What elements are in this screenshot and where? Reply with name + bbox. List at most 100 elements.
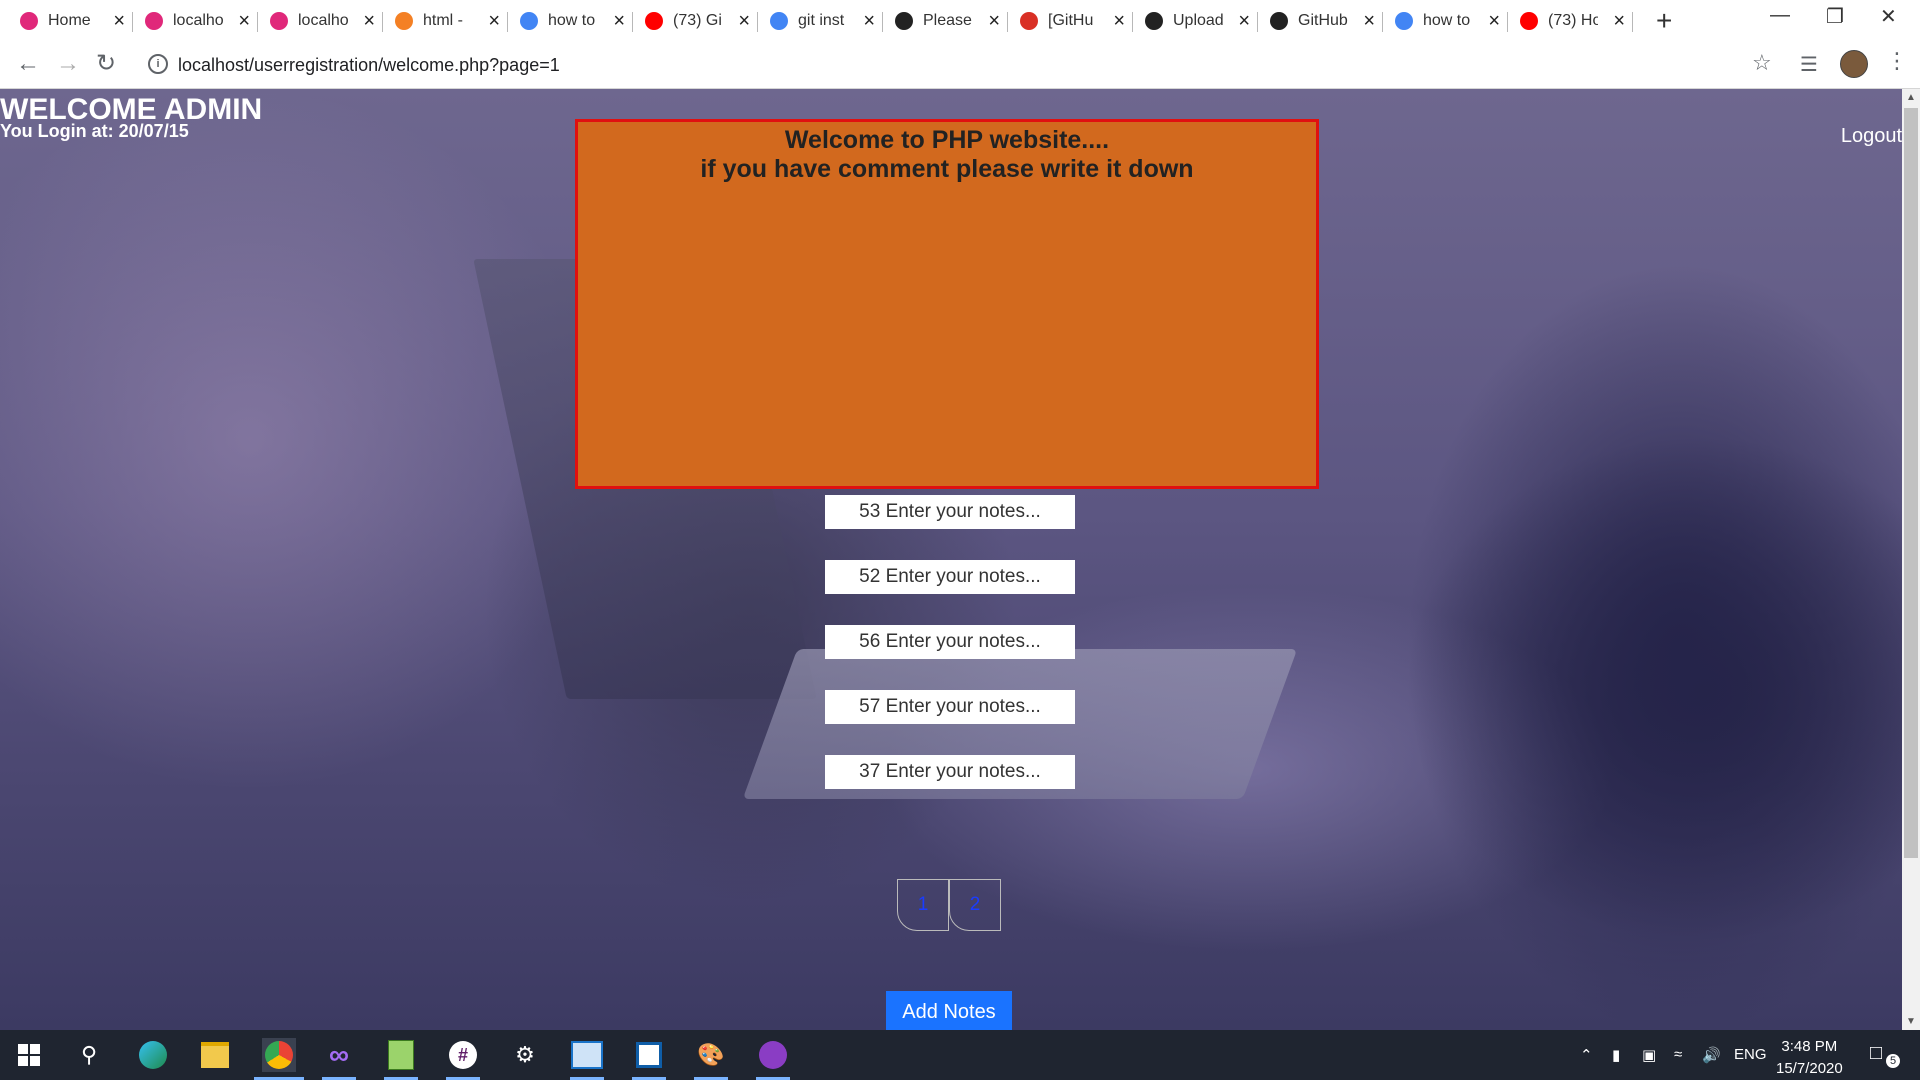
tab-12[interactable]: (73) Ho × (1520, 6, 1633, 36)
tab-close-icon[interactable]: × (863, 11, 875, 31)
wamp-icon (270, 12, 288, 30)
note-item[interactable]: 52 Enter your notes... (825, 560, 1075, 594)
wifi-icon[interactable]: ≈ (1674, 1046, 1682, 1063)
slack-icon[interactable]: # (446, 1038, 480, 1080)
scroll-up-icon[interactable]: ▲ (1906, 92, 1916, 103)
edge-icon[interactable] (136, 1038, 170, 1072)
tab-title: (73) Gi (673, 12, 722, 29)
menu-icon[interactable]: ⋮ (1886, 50, 1908, 72)
tab-10[interactable]: GitHub × (1270, 6, 1383, 36)
new-tab-button[interactable]: + (1656, 6, 1672, 36)
tab-close-icon[interactable]: × (988, 11, 1000, 31)
app-icon[interactable] (632, 1038, 666, 1080)
tab-separator (1632, 12, 1633, 32)
note-item[interactable]: 53 Enter your notes... (825, 495, 1075, 529)
add-notes-button[interactable]: Add Notes (886, 991, 1012, 1031)
logout-link[interactable]: Logout (1841, 125, 1902, 148)
google-icon (1395, 12, 1413, 30)
tab-close-icon[interactable]: × (1363, 11, 1375, 31)
restore-icon[interactable]: ❐ (1826, 4, 1844, 29)
info-icon[interactable]: i (148, 54, 168, 74)
tab-separator (257, 12, 258, 32)
google-icon (770, 12, 788, 30)
profile-avatar[interactable] (1840, 50, 1868, 78)
tab-separator (382, 12, 383, 32)
tab-title: git inst (798, 12, 845, 29)
bookmark-star-icon[interactable]: ☆ (1752, 50, 1772, 76)
page-button-2[interactable]: 2 (949, 879, 1001, 931)
tab-separator (1007, 12, 1008, 32)
tab-close-icon[interactable]: × (363, 11, 375, 31)
github-icon (895, 12, 913, 30)
notification-badge: 5 (1886, 1054, 1900, 1068)
tab-close-icon[interactable]: × (1488, 11, 1500, 31)
forward-icon[interactable]: → (56, 51, 80, 77)
show-hidden-icons-icon[interactable]: ⌃ (1580, 1046, 1593, 1064)
media-control-icon[interactable]: ☰ (1800, 52, 1818, 77)
page-button-1[interactable]: 1 (897, 879, 949, 931)
address-bar: ← → ↻ i localhost/userregistration/welco… (0, 41, 1920, 89)
wamp-icon (20, 12, 38, 30)
settings-icon[interactable]: ⚙ (508, 1038, 542, 1072)
taskbar: ⚲ ∞ # ⚙ 🎨 ⌃ ▮ ▣ ≈ 🔊 ENG 3:48 PM 15/7/202… (0, 1030, 1920, 1080)
tab-close-icon[interactable]: × (1613, 11, 1625, 31)
tab-close-icon[interactable]: × (488, 11, 500, 31)
file-explorer-icon[interactable] (198, 1038, 232, 1072)
tab-6[interactable]: git inst × (770, 6, 883, 36)
comment-box-subtitle: if you have comment please write it down (700, 155, 1194, 183)
scroll-down-icon[interactable]: ▼ (1906, 1016, 1916, 1027)
tab-8[interactable]: [GitHu × (1020, 6, 1133, 36)
tab-close-icon[interactable]: × (1238, 11, 1250, 31)
github-desktop-icon[interactable] (756, 1038, 790, 1080)
chrome-icon[interactable] (254, 1038, 304, 1080)
tab-4[interactable]: how to × (520, 6, 633, 36)
note-item[interactable]: 56 Enter your notes... (825, 625, 1075, 659)
tab-5[interactable]: (73) Gi × (645, 6, 758, 36)
tab-11[interactable]: how to × (1395, 6, 1508, 36)
battery-icon[interactable]: ▮ (1612, 1046, 1620, 1064)
notification-center-icon[interactable]: □ (1870, 1042, 1882, 1065)
visual-studio-icon[interactable]: ∞ (322, 1038, 356, 1080)
tab-separator (132, 12, 133, 32)
note-item[interactable]: 37 Enter your notes... (825, 755, 1075, 789)
comment-box[interactable]: Welcome to PHP website.... if you have c… (575, 119, 1319, 489)
close-window-icon[interactable]: ✕ (1880, 4, 1897, 29)
clock-time: 3:48 PM (1781, 1038, 1838, 1055)
minimize-icon[interactable]: — (1770, 4, 1790, 27)
notepad-plus-icon[interactable] (384, 1038, 418, 1080)
tab-2[interactable]: localhost × (270, 6, 383, 36)
tab-0[interactable]: Home × (20, 6, 133, 36)
update-icon[interactable]: ▣ (1642, 1046, 1656, 1064)
tab-7[interactable]: Please × (895, 6, 1008, 36)
outlook-icon[interactable] (570, 1038, 604, 1080)
tab-title: [GitHu (1048, 12, 1094, 29)
comment-box-title: Welcome to PHP website.... (784, 126, 1110, 154)
tab-separator (1257, 12, 1258, 32)
tab-9[interactable]: Upload × (1145, 6, 1258, 36)
scrollbar-thumb[interactable] (1904, 108, 1918, 858)
volume-icon[interactable]: 🔊 (1702, 1046, 1721, 1064)
tab-separator (1132, 12, 1133, 32)
tab-close-icon[interactable]: × (113, 11, 125, 31)
tab-close-icon[interactable]: × (1113, 11, 1125, 31)
tab-1[interactable]: localhost × (145, 6, 258, 36)
tab-separator (507, 12, 508, 32)
url-text[interactable]: localhost/userregistration/welcome.php?p… (178, 55, 560, 76)
page-viewport: WELCOME ADMIN You Login at: 20/07/15 Log… (0, 89, 1902, 1030)
language-indicator[interactable]: ENG (1734, 1046, 1767, 1063)
tab-3[interactable]: html - × (395, 6, 508, 36)
tab-title: Please (923, 12, 972, 29)
tab-close-icon[interactable]: × (738, 11, 750, 31)
back-icon[interactable]: ← (16, 51, 40, 77)
start-icon[interactable] (12, 1038, 46, 1072)
tab-separator (757, 12, 758, 32)
tab-close-icon[interactable]: × (613, 11, 625, 31)
background-person (1300, 169, 1902, 1029)
reload-icon[interactable]: ↻ (96, 51, 116, 77)
search-icon[interactable]: ⚲ (72, 1038, 106, 1072)
url-field[interactable]: i localhost/userregistration/welcome.php… (138, 48, 1778, 82)
paint-icon[interactable]: 🎨 (694, 1038, 728, 1080)
tab-close-icon[interactable]: × (238, 11, 250, 31)
clock[interactable]: 3:48 PM 15/7/2020 (1776, 1036, 1843, 1080)
note-item[interactable]: 57 Enter your notes... (825, 690, 1075, 724)
